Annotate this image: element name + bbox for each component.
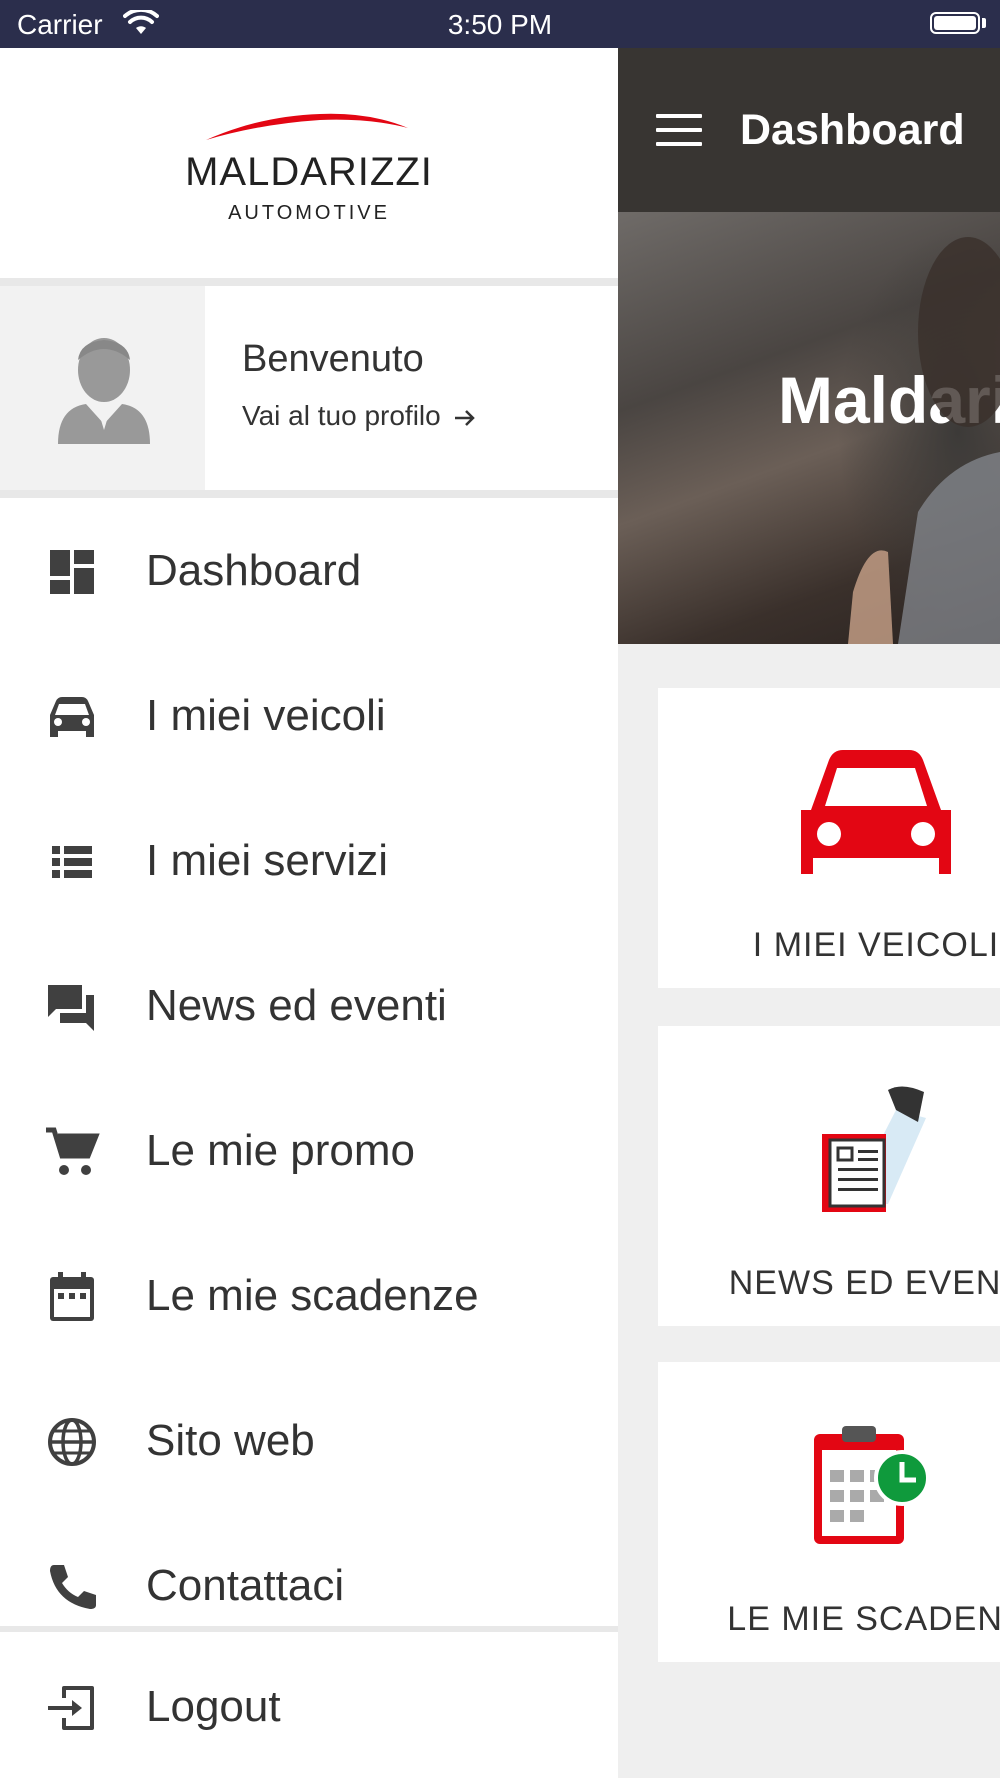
calendar-icon	[50, 1272, 94, 1321]
card-news-label: NEWS ED EVENT	[728, 1264, 1000, 1302]
menu-item-dashboard[interactable]: Dashboard	[0, 520, 618, 620]
hero-photo	[848, 237, 1000, 644]
menu-label: I miei veicoli	[146, 691, 386, 740]
chat-icon	[48, 985, 94, 1031]
page-title: Dashboard	[740, 106, 965, 154]
logout-button[interactable]: Logout	[0, 1656, 618, 1756]
menu-label: Contattaci	[146, 1561, 345, 1610]
main-content: Dashboard Maldari I MIEI VEICOLI NEWS ED…	[618, 48, 1000, 1778]
menu-label: Sito web	[146, 1416, 315, 1465]
profile-section[interactable]: Benvenuto Vai al tuo profilo	[0, 286, 618, 490]
logout-icon	[48, 1686, 94, 1730]
card-deadlines[interactable]: LE MIE SCADENZ	[658, 1362, 1000, 1662]
menu-label: News ed eventi	[146, 981, 447, 1030]
menu-icon[interactable]	[656, 114, 702, 146]
menu-item-contact[interactable]: Contattaci	[0, 1535, 618, 1635]
divider	[0, 278, 618, 286]
menu-item-promo[interactable]: Le mie promo	[0, 1100, 618, 1200]
logo-swoosh	[206, 113, 408, 140]
card-vehicles-label: I MIEI VEICOLI	[752, 926, 1000, 964]
user-icon	[58, 338, 150, 444]
profile-link-label: Vai al tuo profilo	[242, 400, 441, 431]
phone-icon	[50, 1565, 96, 1609]
top-app-bar: Dashboard	[618, 48, 1000, 212]
brand-subtitle: AUTOMOTIVE	[228, 202, 390, 224]
menu-item-services[interactable]: I miei servizi	[0, 810, 618, 910]
globe-icon	[48, 1418, 96, 1466]
menu-label: Le mie promo	[146, 1126, 416, 1175]
navigation-drawer: MALDARIZZI AUTOMOTIVE Benvenuto Vai al t…	[0, 48, 618, 1778]
dashboard-icon	[50, 550, 94, 594]
card-vehicles[interactable]: I MIEI VEICOLI	[658, 688, 1000, 988]
status-bar: Carrier 3:50 PM	[0, 0, 1000, 48]
logout-label: Logout	[146, 1682, 281, 1731]
arrow-right-icon	[454, 409, 475, 426]
menu-item-vehicles[interactable]: I miei veicoli	[0, 665, 618, 765]
divider	[0, 490, 618, 498]
clock: 3:50 PM	[447, 9, 553, 40]
battery-icon	[930, 12, 980, 34]
list-icon	[52, 846, 92, 878]
hero-banner: Maldari	[618, 212, 1000, 644]
car-icon	[50, 697, 94, 737]
menu-label: I miei servizi	[146, 836, 389, 885]
brand-name: MALDARIZZI	[185, 150, 433, 194]
newspaper-spotlight-icon	[822, 1086, 926, 1212]
card-news[interactable]: NEWS ED EVENT	[658, 1026, 1000, 1326]
menu-item-website[interactable]: Sito web	[0, 1390, 618, 1490]
divider	[0, 1626, 618, 1632]
calendar-clock-icon	[814, 1426, 930, 1544]
menu-item-deadlines[interactable]: Le mie scadenze	[0, 1245, 618, 1345]
menu-item-news[interactable]: News ed eventi	[0, 955, 618, 1055]
brand-logo: MALDARIZZI AUTOMOTIVE	[0, 48, 618, 278]
avatar	[0, 286, 205, 490]
card-deadlines-label: LE MIE SCADENZ	[727, 1600, 1000, 1638]
welcome-text: Benvenuto	[242, 338, 424, 380]
profile-link[interactable]: Vai al tuo profilo	[242, 400, 477, 432]
battery-tip	[982, 18, 986, 28]
menu-label: Le mie scadenze	[146, 1271, 479, 1320]
cart-icon	[46, 1127, 100, 1175]
menu-label: Dashboard	[146, 546, 362, 595]
car-icon	[801, 750, 951, 874]
